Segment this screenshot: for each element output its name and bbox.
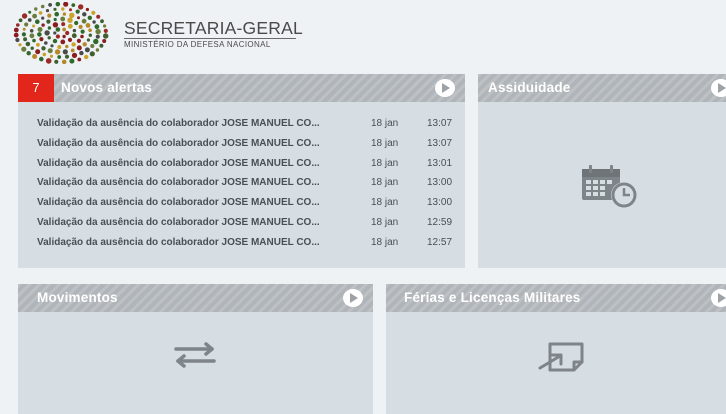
ferias-tile-header: Férias e Licenças Militares (386, 284, 726, 312)
play-icon (350, 293, 358, 303)
ferias-open-button[interactable] (711, 289, 726, 307)
assiduidade-tile-title: Assiduidade (488, 80, 571, 95)
alert-row[interactable]: Validação da ausência do colaborador JOS… (18, 233, 465, 253)
assiduidade-tile-header: Assiduidade (478, 74, 726, 102)
alerts-open-button[interactable] (435, 79, 455, 97)
alert-text: Validação da ausência do colaborador JOS… (37, 157, 320, 169)
alert-time: 13:07 (427, 118, 453, 129)
alert-row[interactable]: Validação da ausência do colaborador JOS… (18, 134, 465, 154)
assiduidade-tile[interactable]: Assiduidade (478, 74, 726, 268)
alert-text: Validação da ausência do colaborador JOS… (37, 197, 320, 209)
alert-date: 18 jan (371, 118, 399, 129)
alert-text: Validação da ausência do colaborador JOS… (37, 137, 320, 149)
alert-row[interactable]: Validação da ausência do colaborador JOS… (18, 213, 465, 233)
alert-time: 12:59 (427, 216, 453, 228)
play-icon (718, 293, 726, 303)
alert-text: Validação da ausência do colaborador JOS… (37, 177, 320, 189)
alert-row[interactable]: Validação da ausência do colaborador JOS… (18, 114, 465, 134)
alert-date: 18 jan (371, 197, 399, 209)
alert-time: 12:57 (427, 236, 453, 248)
alert-date: 18 jan (371, 177, 399, 189)
alerts-tile-title: Novos alertas (61, 80, 153, 95)
logo-icon (13, 2, 109, 64)
alert-date: 18 jan (371, 137, 399, 149)
alerts-tile: 7 Novos alertas Validação da ausência do… (18, 74, 465, 268)
alert-date: 18 jan (371, 236, 399, 248)
alert-time: 13:07 (427, 137, 453, 149)
ferias-tile[interactable]: Férias e Licenças Militares (386, 284, 726, 414)
alert-text: Validação da ausência do colaborador JOS… (37, 236, 320, 248)
play-icon (442, 83, 450, 93)
movimentos-tile-title: Movimentos (37, 290, 118, 305)
alert-text: Validação da ausência do colaborador JOS… (37, 118, 320, 129)
brand-subtitle: MINISTÉRIO DA DEFESA NACIONAL (124, 40, 271, 49)
brand-title: SECRETARIA-GERAL (124, 18, 303, 38)
alerts-count-badge: 7 (18, 74, 54, 102)
leave-document-icon (538, 342, 584, 372)
alert-date: 18 jan (371, 157, 399, 169)
alert-time: 13:01 (427, 157, 453, 169)
swap-arrows-icon (174, 342, 216, 368)
movimentos-open-button[interactable] (343, 289, 363, 307)
alert-text: Validação da ausência do colaborador JOS… (37, 216, 320, 228)
play-icon (718, 83, 726, 93)
alert-time: 13:00 (427, 177, 453, 189)
alerts-list: Validação da ausência do colaborador JOS… (18, 114, 465, 253)
alerts-tile-header: 7 Novos alertas (18, 74, 465, 102)
alert-row[interactable]: Validação da ausência do colaborador JOS… (18, 154, 465, 174)
alert-time: 13:00 (427, 197, 453, 209)
alert-row[interactable]: Validação da ausência do colaborador JOS… (18, 173, 465, 193)
brand-divider (124, 38, 296, 39)
ferias-tile-title: Férias e Licenças Militares (404, 290, 581, 305)
assiduidade-open-button[interactable] (711, 79, 726, 97)
alert-date: 18 jan (371, 216, 399, 228)
movimentos-tile[interactable]: Movimentos (18, 284, 373, 414)
movimentos-tile-header: Movimentos (18, 284, 373, 312)
calendar-clock-icon (582, 165, 637, 208)
alert-row[interactable]: Validação da ausência do colaborador JOS… (18, 193, 465, 213)
